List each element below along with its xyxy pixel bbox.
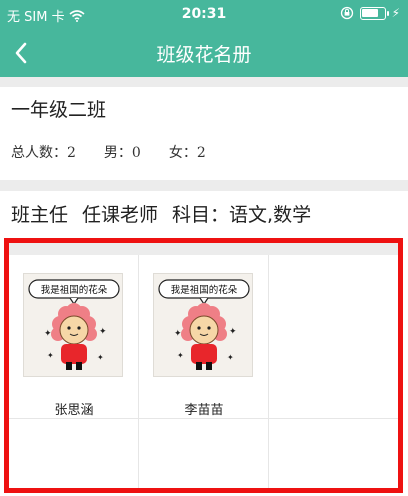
svg-text:✦: ✦ (44, 329, 52, 339)
class-name: 一年级二班 (11, 99, 107, 121)
svg-text:✦: ✦ (177, 351, 184, 360)
teacher-row: 班主任 任课老师 科目：语文,数学 (11, 200, 311, 227)
student-avatar: 我是祖国的花朵 ✦ ✦ ✦ ✦ (23, 273, 123, 377)
flower-kid-image: 我是祖国的花朵 ✦ ✦ ✦ ✦ (28, 279, 120, 370)
nav-bar: 班级花名册 (0, 28, 408, 77)
svg-text:✦: ✦ (174, 329, 182, 339)
top-bar: 无 SIM 卡 20:31 ⚡ 班级花名册 (0, 0, 408, 77)
svg-text:✦: ✦ (97, 353, 104, 362)
avatar-caption: 我是祖国的花朵 (41, 284, 108, 296)
head-teacher-label: 班主任 (11, 204, 69, 226)
grid-top-strip (9, 243, 398, 255)
student-card[interactable]: 我是祖国的花朵 ✦ ✦ ✦ ✦ 张思涵 (9, 255, 139, 419)
student-grid: 我是祖国的花朵 ✦ ✦ ✦ ✦ 张思涵 我是祖国的花朵 ✦ ✦ ✦ ✦ 李苗苗 (9, 243, 398, 488)
status-bar: 无 SIM 卡 20:31 ⚡ (0, 0, 408, 28)
subject-teacher-label: 任课老师 (82, 204, 159, 226)
total-count: 总人数：2 (11, 145, 76, 161)
lock-rotation-icon (340, 6, 353, 20)
svg-text:✦: ✦ (229, 327, 237, 337)
student-card[interactable]: 我是祖国的花朵 ✦ ✦ ✦ ✦ 李苗苗 (139, 255, 269, 419)
subjects-label: 科目：语文,数学 (172, 204, 312, 226)
charging-icon: ⚡ (391, 6, 400, 20)
empty-cell (9, 419, 139, 488)
flower-kid-image: 我是祖国的花朵 ✦ ✦ ✦ ✦ (158, 279, 250, 370)
svg-text:✦: ✦ (227, 353, 234, 362)
avatar-caption: 我是祖国的花朵 (171, 284, 238, 296)
empty-cell (269, 419, 398, 488)
divider (0, 180, 408, 191)
student-name: 张思涵 (54, 403, 94, 418)
svg-text:✦: ✦ (47, 351, 54, 360)
female-count: 女：2 (168, 145, 206, 161)
page-title: 班级花名册 (156, 44, 252, 66)
male-count: 男：0 (103, 145, 141, 161)
empty-cell (139, 419, 269, 488)
empty-cell (269, 255, 398, 419)
status-right: ⚡ (340, 6, 400, 20)
student-counts: 总人数：2 男：0 女：2 (11, 142, 206, 162)
student-avatar: 我是祖国的花朵 ✦ ✦ ✦ ✦ (153, 273, 253, 377)
svg-text:✦: ✦ (99, 327, 107, 337)
battery-icon (359, 6, 389, 20)
divider (0, 77, 408, 87)
student-name: 李苗苗 (184, 403, 224, 418)
